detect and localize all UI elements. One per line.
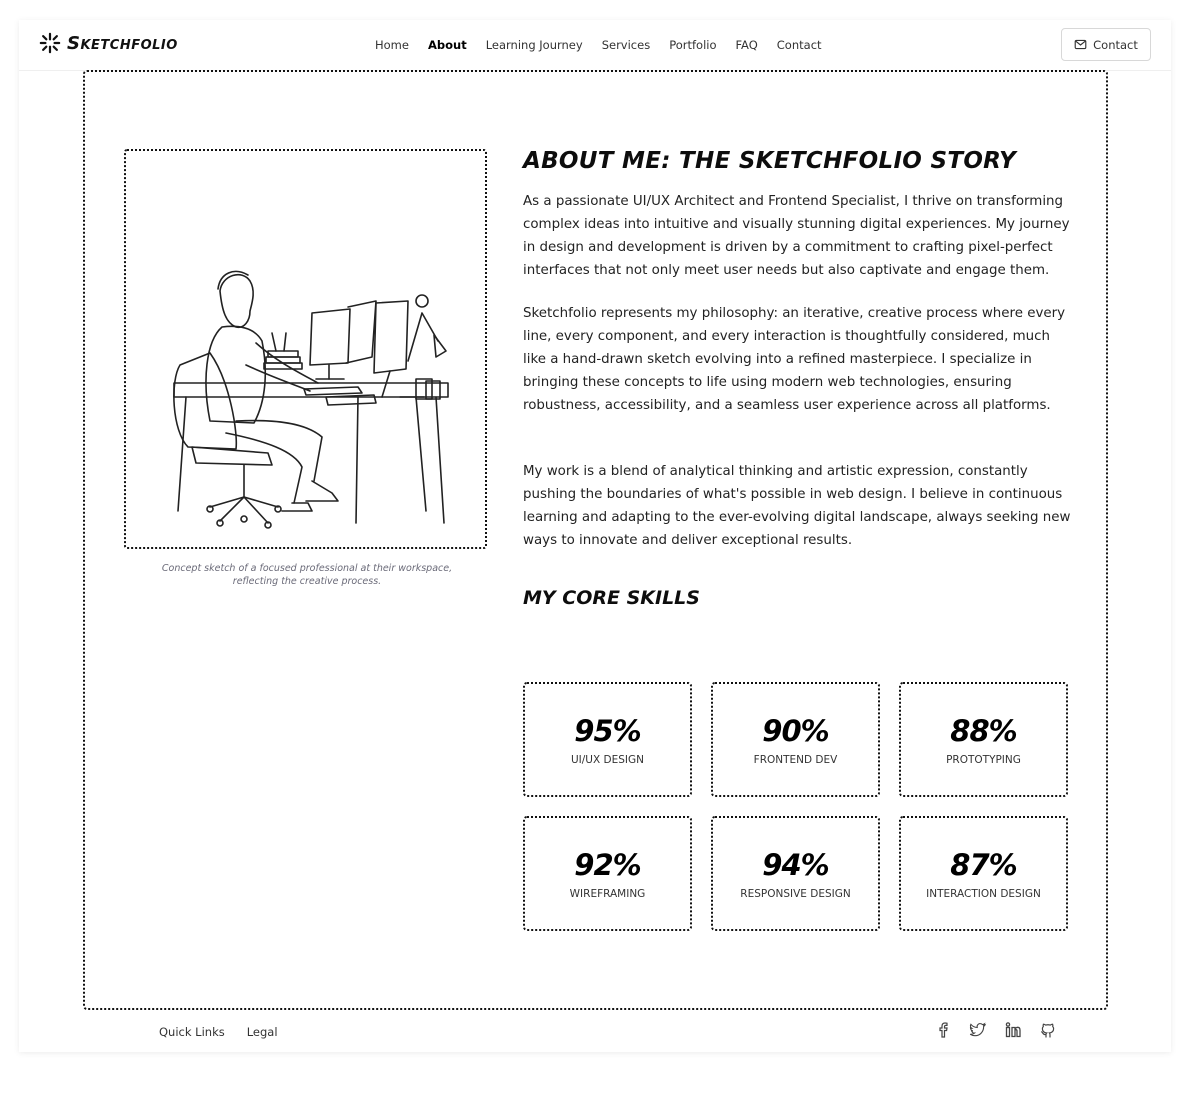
skills-title: My Core Skills	[523, 587, 700, 609]
skill-value: 92%	[574, 847, 641, 882]
about-paragraph-2: Sketchfolio represents my philosophy: an…	[523, 306, 1066, 413]
skill-card-frontend: 90% Frontend Dev	[711, 682, 880, 797]
skill-label: UI/UX Design	[570, 753, 644, 766]
linkedin-icon[interactable]	[1004, 1021, 1022, 1039]
social-links	[934, 1021, 1057, 1039]
skill-label: Wireframing	[569, 887, 646, 900]
mail-icon	[1074, 39, 1087, 50]
contact-button-label: Contact	[1093, 37, 1138, 52]
nav-contact[interactable]: Contact	[777, 38, 822, 52]
skill-value: 95%	[574, 713, 641, 748]
workspace-sketch-image	[124, 149, 487, 549]
footer-link-quick-links[interactable]: Quick Links	[159, 1025, 225, 1039]
about-section: Concept sketch of a focused professional…	[83, 70, 1108, 1010]
about-content: About Me: The Sketchfolio Story As a pas…	[523, 148, 1071, 609]
sparkle-icon	[39, 32, 61, 54]
about-paragraph-3: My work is a blend of analytical thinkin…	[523, 464, 1071, 548]
nav-services[interactable]: Services	[602, 38, 651, 52]
github-icon[interactable]	[1039, 1021, 1057, 1039]
brand-name: Sketchfolio	[67, 32, 178, 54]
nav-home[interactable]: Home	[375, 38, 409, 52]
skill-label: Frontend Dev	[753, 753, 838, 766]
skill-label: Interaction Design	[926, 887, 1041, 900]
skill-card-uiux: 95% UI/UX Design	[523, 682, 692, 797]
skill-card-responsive: 94% Responsive Design	[711, 816, 880, 931]
skill-value: 94%	[762, 847, 829, 882]
skill-label: Prototyping	[946, 753, 1021, 766]
skill-value: 90%	[762, 713, 829, 748]
main-nav: Home About Learning Journey Services Por…	[375, 38, 822, 52]
skill-label: Responsive Design	[740, 887, 851, 900]
page-shell: Sketchfolio Home About Learning Journey …	[19, 20, 1171, 1052]
page-title: About Me: The Sketchfolio Story	[523, 148, 1017, 174]
facebook-icon[interactable]	[934, 1021, 952, 1039]
skill-value: 87%	[950, 847, 1017, 882]
site-header: Sketchfolio Home About Learning Journey …	[19, 20, 1171, 71]
skills-grid: 95% UI/UX Design 90% Frontend Dev 88% Pr…	[523, 682, 1069, 931]
nav-learning-journey[interactable]: Learning Journey	[486, 38, 583, 52]
footer-link-legal[interactable]: Legal	[247, 1025, 278, 1039]
skill-value: 88%	[950, 713, 1017, 748]
contact-button[interactable]: Contact	[1061, 28, 1151, 61]
brand-logo[interactable]: Sketchfolio	[39, 32, 178, 54]
skill-card-interaction: 87% Interaction Design	[899, 816, 1068, 931]
skill-card-wireframing: 92% Wireframing	[523, 816, 692, 931]
skill-card-prototyping: 88% Prototyping	[899, 682, 1068, 797]
nav-about[interactable]: About	[428, 38, 467, 52]
about-paragraph-1: As a passionate UI/UX Architect and Fron…	[523, 194, 1070, 278]
workspace-sketch-illustration	[173, 270, 449, 529]
site-footer: Quick Links Legal	[137, 1016, 1171, 1052]
nav-portfolio[interactable]: Portfolio	[669, 38, 716, 52]
twitter-icon[interactable]	[969, 1021, 987, 1039]
footer-links: Quick Links Legal	[159, 1025, 278, 1039]
image-caption: Concept sketch of a focused professional…	[161, 563, 453, 587]
nav-faq[interactable]: FAQ	[736, 38, 758, 52]
